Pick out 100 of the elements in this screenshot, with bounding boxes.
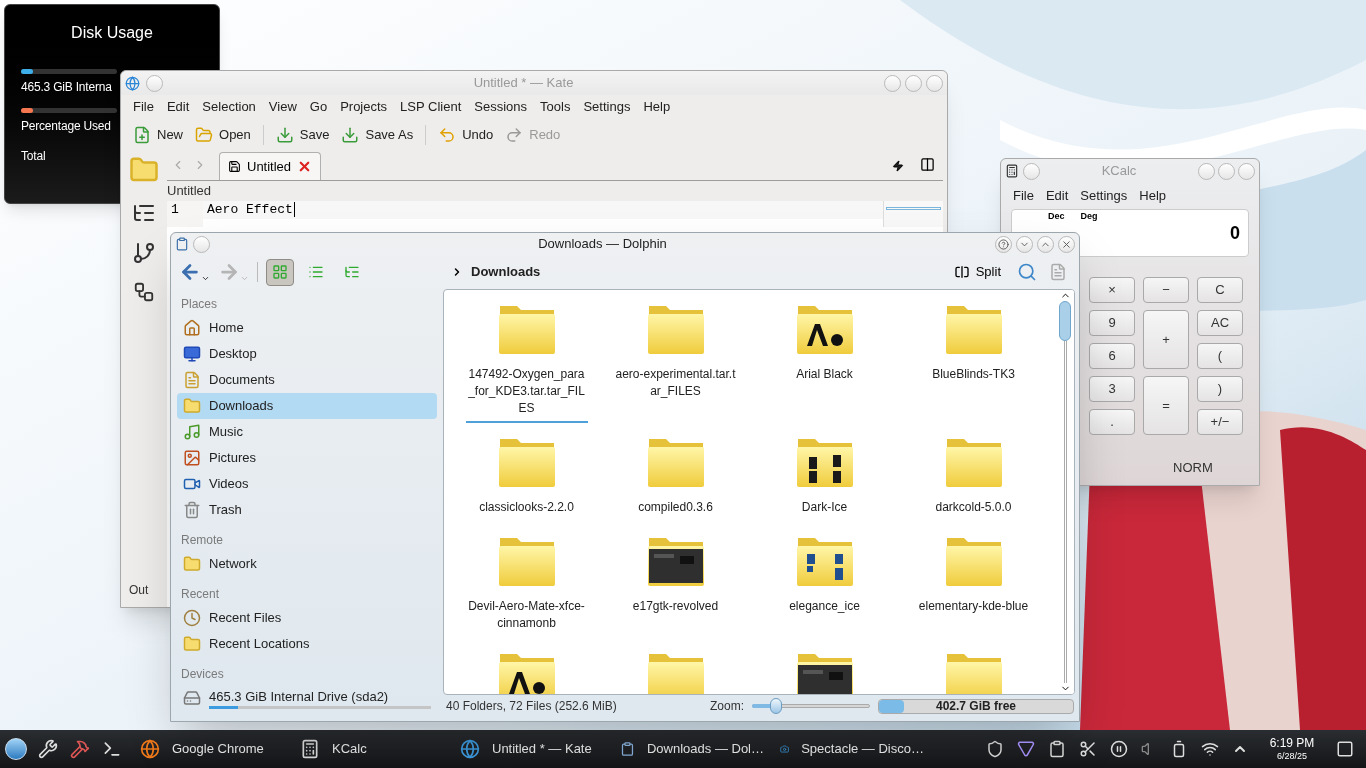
toolbar-button[interactable]: Save As xyxy=(341,125,414,145)
editor-area[interactable]: 1 Aero Effect xyxy=(167,201,943,227)
places-item[interactable]: Trash xyxy=(177,497,437,523)
tools-icon[interactable] xyxy=(38,739,58,759)
document-icon[interactable] xyxy=(1049,263,1067,281)
breadcrumb[interactable]: Downloads xyxy=(471,262,541,282)
menu-item[interactable]: Help xyxy=(643,97,671,117)
calculator-key[interactable]: − xyxy=(1143,277,1189,303)
places-item[interactable]: Videos xyxy=(177,471,437,497)
git-branch-icon[interactable] xyxy=(132,241,156,265)
folder-icon xyxy=(195,126,213,144)
places-item[interactable]: Documents xyxy=(177,367,437,393)
clipboard-icon[interactable] xyxy=(1048,740,1066,758)
places-item[interactable]: Recent Files xyxy=(177,605,437,631)
toolbar-button[interactable]: New xyxy=(133,125,183,145)
view-mode-button[interactable] xyxy=(266,258,294,286)
menu-item[interactable]: File xyxy=(1013,186,1034,206)
place-label: Desktop xyxy=(209,345,257,364)
menu-item[interactable]: File xyxy=(133,97,154,117)
task-button[interactable]: Downloads — Dol… xyxy=(612,731,772,767)
places-item[interactable]: 465.3 GiB Internal Drive (sda2) xyxy=(177,685,437,711)
file-name[interactable]: aero-experimental.tar.tar_FILES xyxy=(614,366,737,406)
file-name[interactable]: BlueBlinds-TK3 xyxy=(912,366,1035,389)
menu-item[interactable]: Sessions xyxy=(474,97,528,117)
places-heading: Places xyxy=(180,296,219,313)
menu-item[interactable]: View xyxy=(268,97,297,117)
calculator-key[interactable]: 9 xyxy=(1089,310,1135,336)
places-item[interactable]: Music xyxy=(177,419,437,445)
file-name[interactable]: Arial Black xyxy=(763,366,886,389)
toolbar-button[interactable]: Open xyxy=(195,125,251,145)
menu-item[interactable]: Selection xyxy=(202,97,256,117)
task-button[interactable]: Spectacle — Disco… xyxy=(772,731,932,767)
file-name[interactable]: compiled0.3.6 xyxy=(614,499,737,522)
search-icon[interactable] xyxy=(1017,262,1037,282)
file-name[interactable]: elementary-kde-blue xyxy=(912,598,1035,621)
calculator-key[interactable]: ( xyxy=(1197,343,1243,369)
shield-icon[interactable] xyxy=(986,740,1004,758)
task-button[interactable]: Untitled * — Kate xyxy=(452,731,612,767)
menu-item[interactable]: LSP Client xyxy=(400,97,462,117)
diagram-icon[interactable] xyxy=(133,281,155,303)
file-name[interactable]: classiclooks-2.2.0 xyxy=(465,499,588,522)
calculator-key[interactable]: C xyxy=(1197,277,1243,303)
file-name[interactable]: e17gtk-revolved xyxy=(614,598,737,621)
menu-item[interactable]: Help xyxy=(1139,186,1167,206)
scissors-icon[interactable] xyxy=(1079,740,1097,758)
calculator-key[interactable]: + xyxy=(1143,310,1189,369)
calculator-key[interactable]: 6 xyxy=(1089,343,1135,369)
calculator-key[interactable]: = xyxy=(1143,376,1189,435)
calculator-key[interactable]: 3 xyxy=(1089,376,1135,402)
file-name[interactable]: 147492-Oxygen_para_for_KDE3.tar.tar_FILES xyxy=(465,366,588,423)
places-item[interactable]: Network xyxy=(177,551,437,577)
menu-item[interactable]: Projects xyxy=(340,97,388,117)
menu-item[interactable]: Tools xyxy=(540,97,571,117)
document-tab[interactable]: Untitled xyxy=(219,152,322,180)
calculator-key[interactable]: ) xyxy=(1197,376,1243,402)
floppy-icon xyxy=(228,160,241,173)
calculator-key[interactable]: +/− xyxy=(1197,409,1243,435)
panel-tab[interactable]: Out xyxy=(121,581,149,607)
help-button[interactable] xyxy=(995,235,1012,253)
calculator-key[interactable]: × xyxy=(1089,277,1135,303)
show-desktop-button[interactable] xyxy=(1336,740,1354,758)
scrollbar-thumb[interactable] xyxy=(1059,301,1071,341)
file-plus-icon xyxy=(133,126,151,144)
split-button[interactable]: Split xyxy=(953,262,1001,282)
close-icon xyxy=(1061,238,1072,250)
toolbar-button[interactable]: Undo xyxy=(438,125,494,145)
zoom-slider[interactable] xyxy=(752,698,870,714)
task-button[interactable]: KCalc xyxy=(292,731,452,767)
vpn-icon[interactable] xyxy=(1017,740,1035,758)
calculator-key[interactable]: . xyxy=(1089,409,1135,435)
split-view-icon[interactable] xyxy=(920,157,935,172)
scrollbar[interactable] xyxy=(1056,290,1074,694)
toolbar-button[interactable]: Save xyxy=(275,125,330,145)
menu-item[interactable]: Settings xyxy=(583,97,631,117)
widget-title: Disk Usage xyxy=(70,23,154,43)
back-button[interactable] xyxy=(179,261,210,283)
places-item[interactable]: Home xyxy=(177,315,437,341)
menu-item[interactable]: Settings xyxy=(1080,186,1128,206)
file-name[interactable]: Devil-Aero-Mate-xfce-cinnamonb xyxy=(465,598,588,638)
places-item[interactable]: Downloads xyxy=(177,393,437,419)
clock[interactable]: 6:19 PM 6/28/25 xyxy=(1260,735,1324,763)
close-button[interactable] xyxy=(1058,235,1075,253)
pause-icon[interactable] xyxy=(1110,740,1128,758)
task-button[interactable]: Google Chrome xyxy=(132,731,292,767)
hammer-icon[interactable] xyxy=(70,739,90,759)
file-name[interactable]: elegance_ice xyxy=(763,598,886,621)
lightning-icon[interactable] xyxy=(892,160,904,172)
places-item[interactable]: Recent Locations xyxy=(177,631,437,657)
places-item[interactable]: Desktop xyxy=(177,341,437,367)
file-name[interactable]: darkcold-5.0.0 xyxy=(912,499,1035,522)
picture-icon xyxy=(183,449,201,467)
terminal-icon[interactable] xyxy=(102,739,122,759)
wifi-icon[interactable] xyxy=(1201,740,1219,758)
menu-item[interactable]: Go xyxy=(309,97,328,117)
places-item[interactable]: Pictures xyxy=(177,445,437,471)
file-name[interactable]: Dark-Ice xyxy=(763,499,886,522)
menu-item[interactable]: Edit xyxy=(1045,186,1069,206)
tree-list-icon xyxy=(344,264,360,280)
calculator-key[interactable]: AC xyxy=(1197,310,1243,336)
menu-item[interactable]: Edit xyxy=(166,97,190,117)
